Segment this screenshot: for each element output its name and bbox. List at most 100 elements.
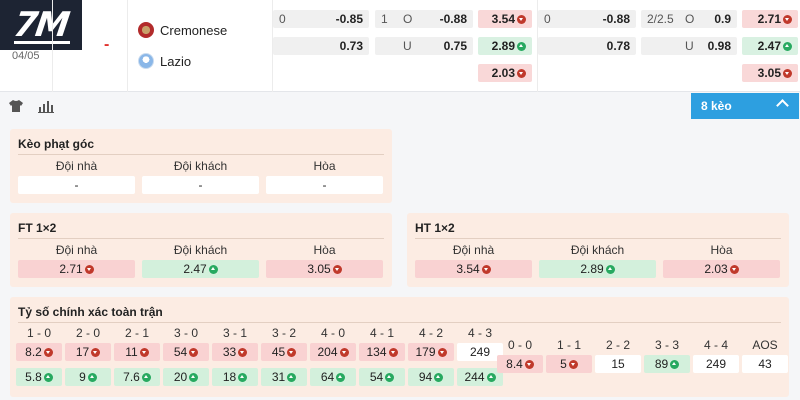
x12-home-cell[interactable]: 3.54 (478, 10, 532, 28)
exact-title: Tỷ số chính xác toàn trận (18, 305, 163, 319)
ft-home-value: 2.71 (59, 262, 83, 276)
ht-title: HT 1×2 (415, 221, 455, 235)
exact-home-odd-1[interactable]: 8.2 (16, 343, 62, 361)
hdp-away-cell[interactable]: 0.73 (273, 37, 369, 55)
h1-x12-home-odd: 2.71 (757, 12, 781, 26)
ht-home-value: 3.54 (456, 262, 480, 276)
exact-score-value: 54 (369, 370, 384, 384)
exact-score-label: 4 - 2 (418, 326, 443, 340)
trend-down-icon (84, 264, 94, 274)
h1-ou-under-label: U (685, 39, 694, 53)
h1-hdp-home-cell[interactable]: 0 -0.88 (538, 10, 636, 28)
x12-away-odd: 2.89 (491, 39, 515, 53)
exact-score-value: 9 (79, 370, 86, 384)
exact-score-panel: Tỷ số chính xác toàn trận 1 - 0 8.2 5.8 2 -… (10, 297, 789, 397)
stats-icon[interactable] (38, 99, 54, 113)
exact-score-value: 94 (418, 370, 433, 384)
ft-home-odd[interactable]: 2.71 (18, 260, 135, 278)
h1-ou-over-cell[interactable]: 2/2.5 O 0.9 (641, 10, 737, 28)
odds-count-toggle[interactable]: 8 kèo (691, 93, 799, 119)
exact-home-odd-1[interactable]: 179 (408, 343, 454, 361)
exact-home-odd-1[interactable]: 54 (163, 343, 209, 361)
trend-up-icon (670, 359, 680, 369)
exact-draw-odd[interactable]: 5 (546, 355, 592, 373)
exact-score-value: 31 (271, 370, 286, 384)
exact-draw-label: 3 - 3 (654, 338, 679, 352)
h1-ou-under-cell[interactable]: U 0.98 (641, 37, 737, 55)
trend-down-icon (481, 264, 491, 274)
hdp-away-odd: 0.73 (339, 39, 363, 53)
h1-x12-home-cell[interactable]: 2.71 (742, 10, 798, 28)
trend-up-icon (783, 41, 792, 51)
away-team[interactable]: Lazio (138, 53, 191, 69)
exact-draw-odd[interactable]: 8.4 (497, 355, 543, 373)
shirt-icon[interactable] (8, 99, 24, 113)
h1-hdp-line: 0 (544, 12, 551, 26)
x12-draw-cell[interactable]: 2.03 (478, 64, 532, 82)
trend-up-icon (486, 372, 496, 382)
exact-home-odd-2[interactable]: 54 (359, 368, 405, 386)
exact-home-odd-1[interactable]: 134 (359, 343, 405, 361)
exact-score-value: 8.4 (506, 357, 523, 371)
exact-home-odd-2[interactable]: 9 (65, 368, 111, 386)
odds-count-label: 8 kèo (701, 99, 732, 113)
ft-away-odd[interactable]: 2.47 (142, 260, 259, 278)
h1-x12-draw-cell[interactable]: 3.05 (742, 64, 798, 82)
hdp-home-cell[interactable]: 0 -0.85 (273, 10, 369, 28)
exact-home-odd-2[interactable]: 20 (163, 368, 209, 386)
site-logo[interactable]: 7M (0, 0, 82, 50)
home-team-name: Cremonese (160, 22, 228, 38)
corner-home-odd[interactable]: - (18, 176, 135, 194)
trend-down-icon (568, 359, 578, 369)
match-status: - (104, 36, 110, 53)
exact-score-value: 45 (271, 345, 286, 359)
h1-hdp-away-cell[interactable]: 0.78 (538, 37, 636, 55)
exact-home-odd-2[interactable]: 31 (261, 368, 307, 386)
exact-home-odd-1[interactable]: 204 (310, 343, 356, 361)
exact-draw-label: 1 - 1 (556, 338, 581, 352)
h1-ou-under-odd: 0.98 (707, 39, 731, 53)
exact-draw-odd[interactable]: 89 (644, 355, 690, 373)
x12-away-cell[interactable]: 2.89 (478, 37, 532, 55)
exact-home-odd-2[interactable]: 18 (212, 368, 258, 386)
exact-home-odd-2[interactable]: 7.6 (114, 368, 160, 386)
ht-away-odd[interactable]: 2.89 (539, 260, 656, 278)
exact-draw-odd[interactable]: 249 (693, 355, 739, 373)
exact-score-value: 179 (415, 345, 436, 359)
trend-down-icon (43, 347, 53, 357)
trend-down-icon (139, 347, 149, 357)
ft-header-home: Đội nhà (55, 243, 98, 257)
ft-header-away: Đội khách (173, 243, 228, 257)
exact-score-value: 15 (611, 357, 625, 371)
exact-home-odd-2[interactable]: 64 (310, 368, 356, 386)
away-team-name: Lazio (160, 53, 192, 69)
exact-home-odd-1[interactable]: 45 (261, 343, 307, 361)
exact-home-odd-2[interactable]: 5.8 (16, 368, 62, 386)
match-date: 04/05 (12, 50, 40, 62)
trend-up-icon (385, 372, 395, 382)
exact-draw-label: 4 - 4 (703, 338, 728, 352)
trend-down-icon (238, 347, 248, 357)
exact-score-value: 11 (125, 345, 138, 359)
exact-score-label: 4 - 0 (320, 326, 345, 340)
exact-home-odd-1[interactable]: 11 (114, 343, 160, 361)
corner-away-odd[interactable]: - (142, 176, 259, 194)
exact-draw-odd[interactable]: 43 (742, 355, 788, 373)
exact-home-odd-1[interactable]: 33 (212, 343, 258, 361)
corner-header-away: Đội khách (173, 159, 228, 173)
ht-draw-odd[interactable]: 2.03 (663, 260, 780, 278)
corner-draw-odd[interactable]: - (266, 176, 383, 194)
exact-home-odd-2[interactable]: 94 (408, 368, 454, 386)
ht-home-odd[interactable]: 3.54 (415, 260, 532, 278)
exact-home-odd-1[interactable]: 17 (65, 343, 111, 361)
exact-score-value: 17 (75, 345, 90, 359)
ou-over-cell[interactable]: 1 O -0.88 (375, 10, 473, 28)
match-row: 7M 04/05 - Cremonese Lazio 0 -0.85 1 O -… (0, 0, 800, 92)
ft-draw-odd[interactable]: 3.05 (266, 260, 383, 278)
ou-under-cell[interactable]: U 0.75 (375, 37, 473, 55)
h1-x12-away-cell[interactable]: 2.47 (742, 37, 798, 55)
exact-draw-odd[interactable]: 15 (595, 355, 641, 373)
trend-down-icon (783, 14, 792, 24)
h1-hdp-away-odd: 0.78 (606, 39, 630, 53)
home-team[interactable]: Cremonese (138, 22, 227, 38)
